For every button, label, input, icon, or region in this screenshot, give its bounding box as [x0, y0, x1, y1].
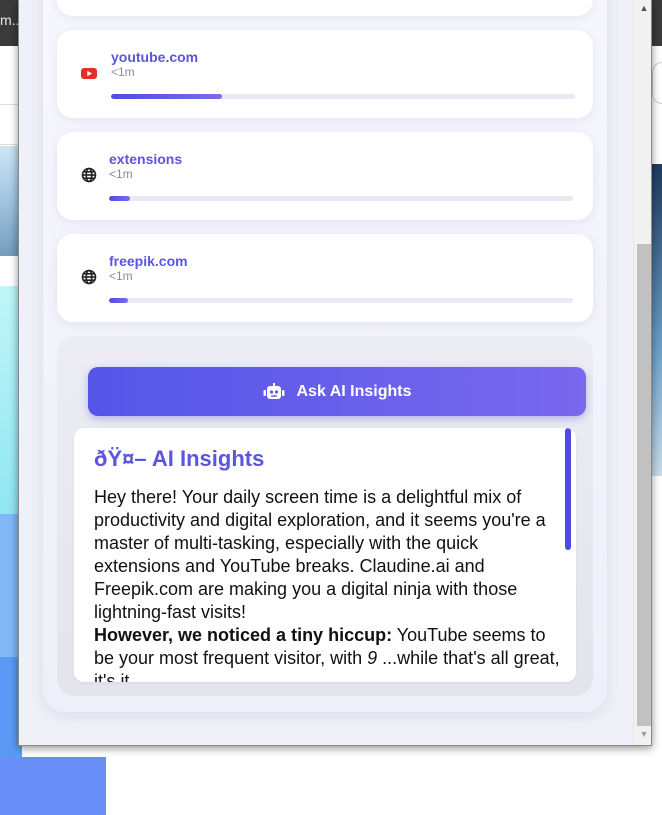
site-card-freepik[interactable]: freepik.com <1m	[57, 234, 593, 322]
ask-ai-insights-label: Ask AI Insights	[296, 382, 412, 400]
site-time: <1m	[109, 167, 133, 181]
usage-progress-bar	[109, 196, 573, 201]
popup-content: youtube.com <1m extensions <1m freepik.c…	[19, 0, 633, 745]
usage-progress-fill	[109, 298, 128, 303]
site-name: youtube.com	[111, 49, 199, 65]
insights-hiccup-label: However, we noticed a tiny hiccup:	[94, 625, 393, 645]
ai-insights-box[interactable]: ðŸ¤– AI Insights Hey there! Your daily s…	[74, 428, 576, 682]
usage-progress-fill	[109, 196, 130, 201]
insights-text: Hey there! Your daily screen time is a d…	[94, 486, 564, 682]
robot-icon	[263, 382, 285, 401]
usage-progress-bar	[109, 298, 573, 303]
site-name: freepik.com	[109, 253, 188, 269]
globe-icon	[81, 167, 97, 183]
site-time: <1m	[109, 269, 133, 283]
scroll-down-arrow-icon[interactable]: ▼	[634, 726, 651, 742]
insights-title: ðŸ¤– AI Insights	[94, 446, 265, 471]
scroll-thumb[interactable]	[637, 244, 651, 726]
extension-popup: youtube.com <1m extensions <1m freepik.c…	[18, 0, 652, 746]
background-image	[652, 164, 662, 476]
usage-progress-fill	[111, 94, 223, 99]
usage-progress-bar	[111, 94, 575, 99]
background-panel	[0, 757, 106, 815]
site-time: <1m	[111, 65, 135, 79]
site-name: extensions	[109, 151, 183, 167]
insights-paragraph: Hey there! Your daily screen time is a d…	[94, 487, 546, 622]
insights-scrollbar[interactable]	[565, 428, 571, 550]
insights-hiccup-number: 9	[367, 648, 378, 668]
site-card-youtube[interactable]: youtube.com <1m	[57, 30, 593, 118]
site-card-extensions[interactable]: extensions <1m	[57, 132, 593, 220]
browser-tab-title: m..	[0, 12, 20, 28]
site-card-previous	[57, 0, 593, 16]
youtube-icon	[81, 65, 97, 81]
background-search-bar	[652, 62, 662, 104]
scroll-up-arrow-icon[interactable]: ▲	[634, 0, 651, 16]
globe-icon	[81, 269, 97, 285]
ask-ai-insights-button[interactable]: Ask AI Insights	[88, 367, 586, 416]
popup-scrollbar[interactable]: ▲ ▼	[633, 0, 651, 745]
